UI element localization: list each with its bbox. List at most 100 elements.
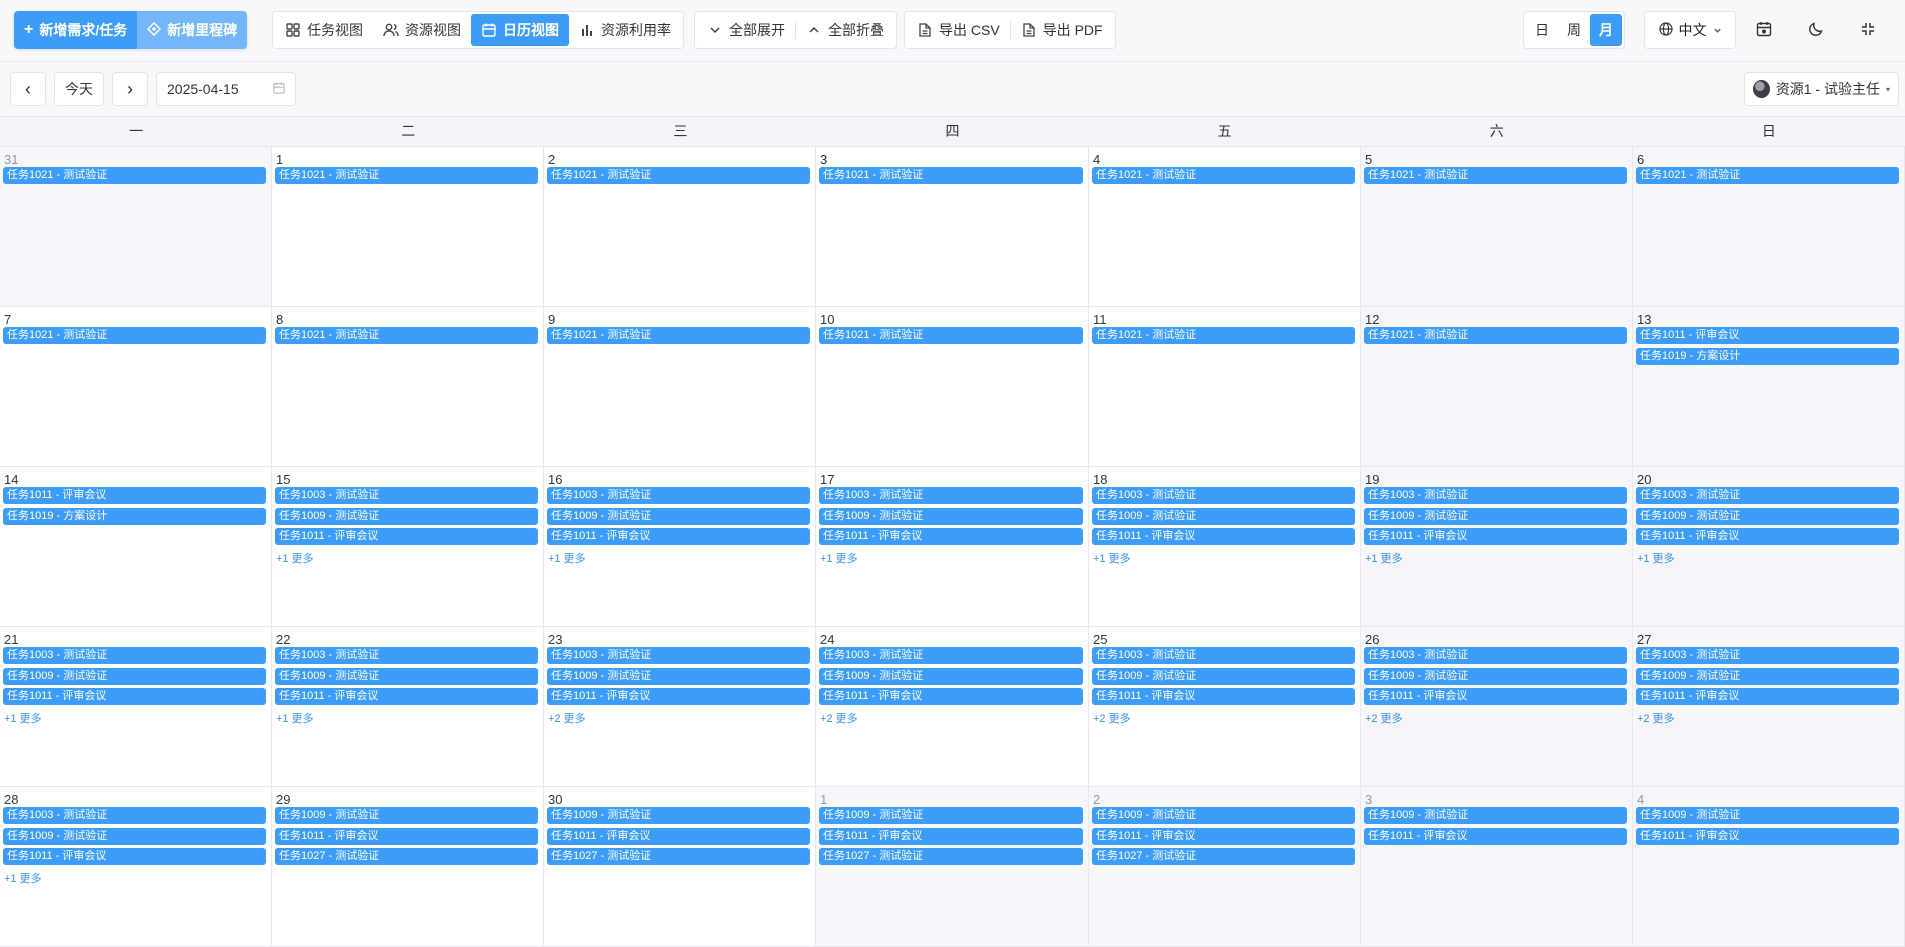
calendar-event[interactable]: 任务1009 - 测试验证 [1092,807,1355,824]
day-cell[interactable]: 16 任务1003 - 测试验证 任务1009 - 测试验证 任务1011 - 评审会… [544,467,816,627]
calendar-event[interactable]: 任务1027 - 测试验证 [547,848,810,865]
calendar-event[interactable]: 任务1009 - 测试验证 [1364,807,1627,824]
calendar-event[interactable]: 任务1021 - 测试验证 [819,327,1083,344]
calendar-event[interactable]: 任务1011 - 评审会议 [275,827,538,845]
calendar-event[interactable]: 任务1021 - 测试验证 [3,167,266,184]
scale-day-button[interactable]: 日 [1526,14,1558,46]
day-cell[interactable]: 25 任务1003 - 测试验证 任务1009 - 测试验证 任务1011 - 评审会… [1089,627,1361,787]
day-cell[interactable]: 3 任务1021 - 测试验证 [816,147,1089,307]
calendar-event[interactable]: 任务1003 - 测试验证 [1636,647,1899,664]
tab-resource-view[interactable]: 资源视图 [373,14,471,46]
day-cell[interactable]: 12 任务1021 - 测试验证 [1361,307,1633,467]
day-cell[interactable]: 2 任务1021 - 测试验证 [544,147,816,307]
calendar-event[interactable]: 任务1009 - 测试验证 [819,807,1083,824]
calendar-event[interactable]: 任务1009 - 测试验证 [819,667,1083,685]
calendar-event[interactable]: 任务1019 - 方案设计 [1636,347,1899,365]
calendar-event[interactable]: 任务1021 - 测试验证 [3,327,266,344]
day-cell[interactable]: 11 任务1021 - 测试验证 [1089,307,1361,467]
day-cell[interactable]: 1 任务1021 - 测试验证 [272,147,544,307]
calendar-event[interactable]: 任务1003 - 测试验证 [547,487,810,504]
day-cell[interactable]: 19 任务1003 - 测试验证 任务1009 - 测试验证 任务1011 - 评审会… [1361,467,1633,627]
calendar-event[interactable]: 任务1011 - 评审会议 [1364,528,1627,545]
more-events-link[interactable]: +2 更多 [1365,710,1403,726]
calendar-event[interactable]: 任务1009 - 测试验证 [3,827,266,845]
more-events-link[interactable]: +1 更多 [1093,550,1131,566]
day-cell[interactable]: 21 任务1003 - 测试验证 任务1009 - 测试验证 任务1011 - 评审会… [0,627,272,787]
more-events-link[interactable]: +2 更多 [1093,710,1131,726]
export-csv-button[interactable]: 导出 CSV [907,14,1010,46]
more-events-link[interactable]: +1 更多 [276,710,314,726]
calendar-event[interactable]: 任务1009 - 测试验证 [547,507,810,525]
new-milestone-button[interactable]: 新增里程碑 [137,11,248,49]
day-cell[interactable]: 8 任务1021 - 测试验证 [272,307,544,467]
calendar-event[interactable]: 任务1009 - 测试验证 [547,807,810,824]
day-cell[interactable]: 31 任务1021 - 测试验证 [0,147,272,307]
tab-task-view[interactable]: 任务视图 [275,14,373,46]
more-events-link[interactable]: +1 更多 [1365,550,1403,566]
calendar-event[interactable]: 任务1011 - 评审会议 [3,688,266,705]
calendar-event[interactable]: 任务1021 - 测试验证 [275,327,538,344]
tab-resource-utilization[interactable]: 资源利用率 [569,14,681,46]
calendar-event[interactable]: 任务1021 - 测试验证 [1364,327,1627,344]
calendar-event[interactable]: 任务1027 - 测试验证 [275,848,538,865]
calendar-event[interactable]: 任务1021 - 测试验证 [547,167,810,184]
calendar-event[interactable]: 任务1003 - 测试验证 [1092,487,1355,504]
more-events-link[interactable]: +1 更多 [820,550,858,566]
calendar-event[interactable]: 任务1021 - 测试验证 [1092,327,1355,344]
more-events-link[interactable]: +1 更多 [4,710,42,726]
date-picker[interactable]: 2025-04-15 [156,72,296,106]
calendar-event[interactable]: 任务1011 - 评审会议 [819,827,1083,845]
day-cell[interactable]: 13 任务1011 - 评审会议 任务1019 - 方案设计 [1633,307,1905,467]
day-cell[interactable]: 7 任务1021 - 测试验证 [0,307,272,467]
calendar-event[interactable]: 任务1011 - 评审会议 [547,827,810,845]
language-select[interactable]: 中文 [1644,11,1736,49]
calendar-event[interactable]: 任务1009 - 测试验证 [1636,667,1899,685]
calendar-event[interactable]: 任务1003 - 测试验证 [3,647,266,664]
calendar-event[interactable]: 任务1003 - 测试验证 [275,487,538,504]
day-cell[interactable]: 17 任务1003 - 测试验证 任务1009 - 测试验证 任务1011 - 评审会… [816,467,1089,627]
calendar-event[interactable]: 任务1003 - 测试验证 [819,487,1083,504]
calendar-event[interactable]: 任务1003 - 测试验证 [1636,487,1899,504]
calendar-event[interactable]: 任务1009 - 测试验证 [547,667,810,685]
calendar-event[interactable]: 任务1021 - 测试验证 [819,167,1083,184]
day-cell[interactable]: 24 任务1003 - 测试验证 任务1009 - 测试验证 任务1011 - 评审会… [816,627,1089,787]
day-cell[interactable]: 1 任务1009 - 测试验证 任务1011 - 评审会议 任务1027 - 测试验证 [816,787,1089,947]
calendar-event[interactable]: 任务1009 - 测试验证 [275,807,538,824]
calendar-event[interactable]: 任务1021 - 测试验证 [275,167,538,184]
calendar-event[interactable]: 任务1009 - 测试验证 [819,507,1083,525]
calendar-event[interactable]: 任务1003 - 测试验证 [819,647,1083,664]
day-cell[interactable]: 15 任务1003 - 测试验证 任务1009 - 测试验证 任务1011 - 评审会… [272,467,544,627]
day-cell[interactable]: 22 任务1003 - 测试验证 任务1009 - 测试验证 任务1011 - 评审会… [272,627,544,787]
calendar-event[interactable]: 任务1011 - 评审会议 [819,528,1083,545]
calendar-event[interactable]: 任务1011 - 评审会议 [1364,688,1627,705]
calendar-event[interactable]: 任务1003 - 测试验证 [1364,647,1627,664]
day-cell[interactable]: 26 任务1003 - 测试验证 任务1009 - 测试验证 任务1011 - 评审会… [1361,627,1633,787]
calendar-event[interactable]: 任务1011 - 评审会议 [3,848,266,865]
more-events-link[interactable]: +2 更多 [548,710,586,726]
calendar-event[interactable]: 任务1011 - 评审会议 [1092,688,1355,705]
scale-month-button[interactable]: 月 [1590,14,1622,46]
calendar-event[interactable]: 任务1021 - 测试验证 [1364,167,1627,184]
calendar-event[interactable]: 任务1003 - 测试验证 [1092,647,1355,664]
day-cell[interactable]: 28 任务1003 - 测试验证 任务1009 - 测试验证 任务1011 - 评审会… [0,787,272,947]
calendar-event[interactable]: 任务1009 - 测试验证 [3,667,266,685]
calendar-event[interactable]: 任务1011 - 评审会议 [819,688,1083,705]
more-events-link[interactable]: +1 更多 [548,550,586,566]
collapse-all-button[interactable]: 全部折叠 [796,14,894,46]
calendar-event[interactable]: 任务1027 - 测试验证 [819,848,1083,865]
day-cell[interactable]: 29 任务1009 - 测试验证 任务1011 - 评审会议 任务1027 - 测试验… [272,787,544,947]
calendar-event[interactable]: 任务1011 - 评审会议 [1636,827,1899,845]
calendar-event[interactable]: 任务1011 - 评审会议 [1636,688,1899,705]
tab-calendar-view[interactable]: 日历视图 [471,14,569,46]
day-cell[interactable]: 3 任务1009 - 测试验证 任务1011 - 评审会议 [1361,787,1633,947]
day-cell[interactable]: 10 任务1021 - 测试验证 [816,307,1089,467]
calendar-event[interactable]: 任务1009 - 测试验证 [275,667,538,685]
more-events-link[interactable]: +1 更多 [1637,550,1675,566]
new-task-button[interactable]: + 新增需求/任务 [14,11,138,49]
calendar-event[interactable]: 任务1027 - 测试验证 [1092,848,1355,865]
more-events-link[interactable]: +2 更多 [820,710,858,726]
calendar-event[interactable]: 任务1009 - 测试验证 [1092,667,1355,685]
calendar-event[interactable]: 任务1003 - 测试验证 [275,647,538,664]
more-events-link[interactable]: +1 更多 [276,550,314,566]
calendar-event[interactable]: 任务1021 - 测试验证 [1636,167,1899,184]
